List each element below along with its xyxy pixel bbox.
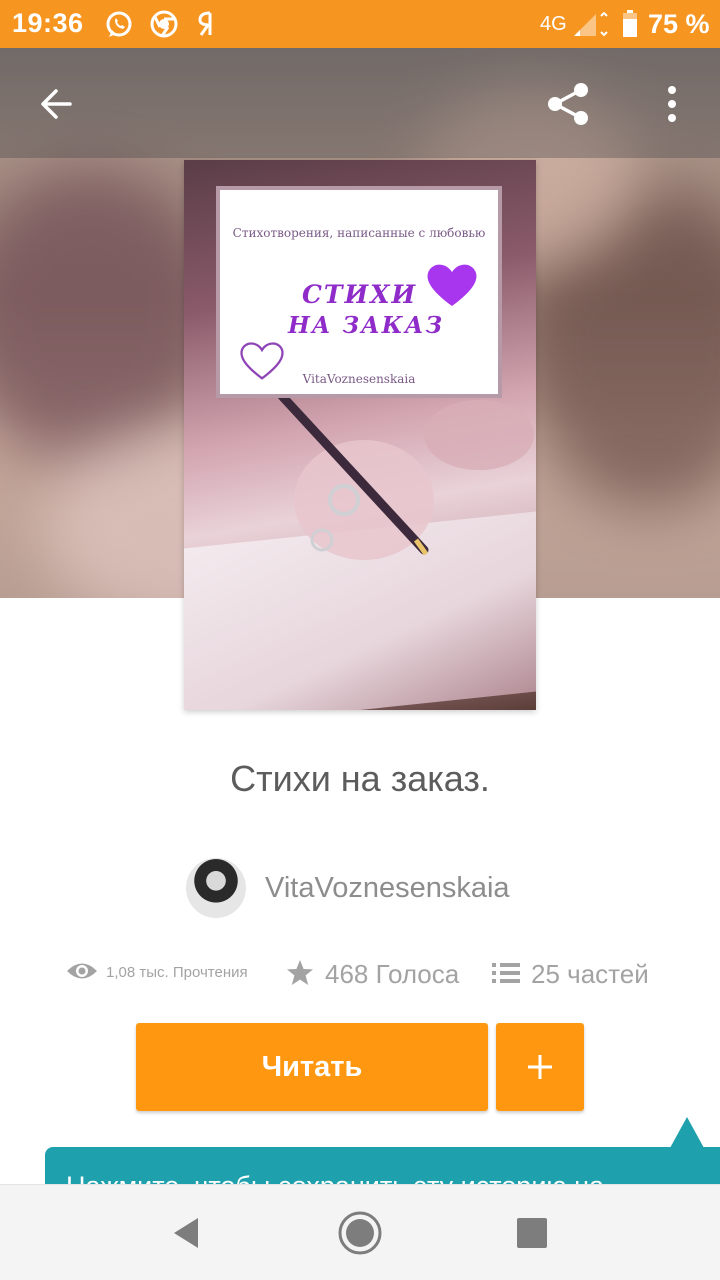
nav-recents-button[interactable]: [508, 1209, 556, 1257]
cover-title-line2: НА ЗАКАЗ: [288, 312, 445, 339]
read-button[interactable]: Читать: [136, 1023, 488, 1111]
battery-icon: [623, 10, 637, 37]
chrome-icon: [150, 10, 178, 38]
list-icon: [492, 963, 520, 983]
plus-icon: [528, 1055, 552, 1079]
pen-illustration: [277, 391, 429, 556]
author-row[interactable]: VitaVoznesenskaia: [0, 858, 720, 920]
parts-count: 25 частей: [531, 959, 649, 989]
recents-square-icon: [517, 1218, 547, 1248]
share-button[interactable]: [540, 76, 596, 132]
header-toolbar: [0, 48, 720, 158]
yandex-icon: [198, 11, 212, 36]
more-vertical-icon: [668, 86, 676, 122]
votes-count: 468 Голоса: [325, 959, 460, 989]
back-button[interactable]: [28, 76, 84, 132]
arrow-left-icon: [41, 89, 72, 119]
status-bar: 19:36 4G 75 %: [0, 0, 720, 48]
story-stats: 1,08 тыс. Прочтения 468 Голоса 25 частей: [0, 955, 720, 995]
author-avatar[interactable]: [186, 858, 246, 918]
nav-back-button[interactable]: [162, 1209, 210, 1257]
book-title: Стихи на заказ.: [230, 758, 490, 799]
nav-home-button[interactable]: [336, 1209, 384, 1257]
author-name[interactable]: VitaVoznesenskaia: [265, 872, 510, 905]
cover-title-card: Стихотворения, написанные с любовью СТИХ…: [220, 190, 498, 394]
network-type: 4G: [540, 13, 567, 35]
book-cover[interactable]: Стихотворения, написанные с любовью СТИХ…: [184, 160, 536, 710]
whatsapp-icon: [106, 11, 132, 37]
tooltip-arrow: [670, 1117, 704, 1148]
cover-title-line1: СТИХИ: [302, 280, 418, 309]
eye-icon: [67, 963, 97, 979]
filled-heart-icon: [427, 264, 477, 306]
cover-author: VitaVoznesenskaia: [302, 372, 416, 386]
more-options-button[interactable]: [644, 76, 700, 132]
status-time: 19:36: [12, 8, 84, 38]
add-to-library-button[interactable]: [496, 1023, 584, 1111]
cover-subtitle: Стихотворения, написанные с любовью: [232, 226, 486, 240]
reads-count: 1,08 тыс. Прочтения: [106, 964, 248, 981]
back-triangle-icon: [174, 1218, 198, 1248]
battery-percent: 75 %: [648, 9, 710, 39]
star-icon: [287, 960, 313, 985]
signal-icon: [574, 12, 608, 37]
system-nav-bar: [0, 1184, 720, 1280]
share-icon: [548, 83, 588, 125]
home-circle-icon: [338, 1211, 382, 1255]
